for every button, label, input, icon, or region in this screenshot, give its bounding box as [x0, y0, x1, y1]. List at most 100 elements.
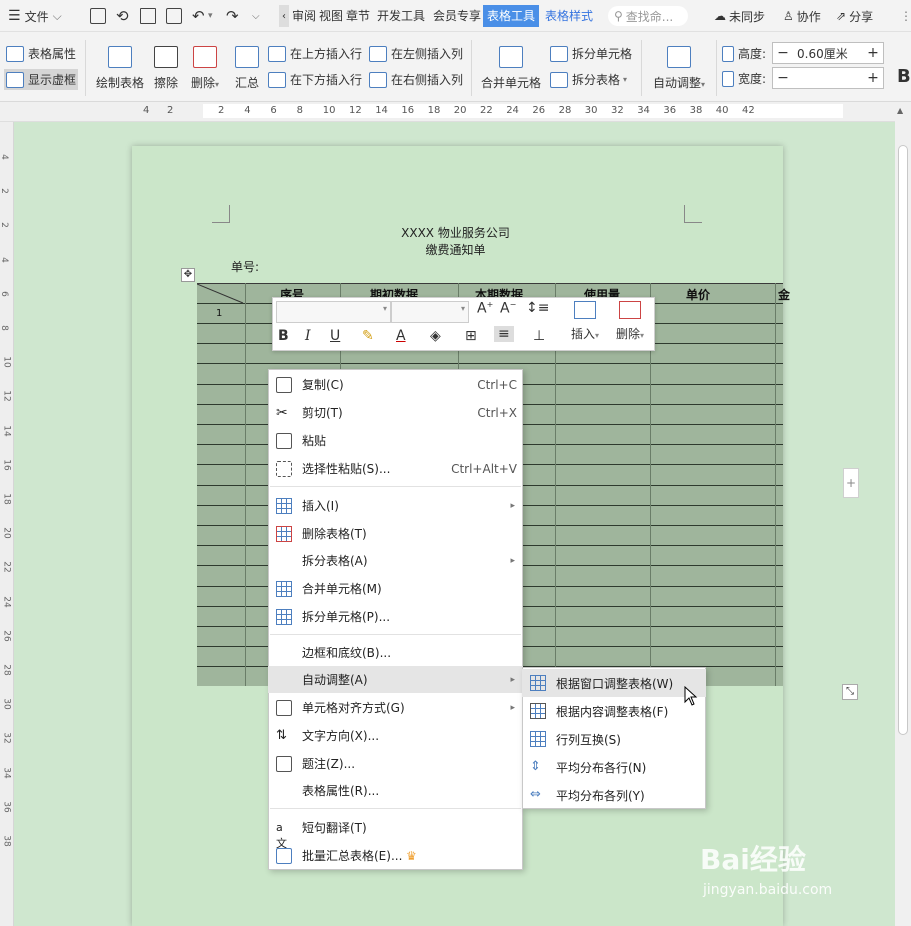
more-options-icon[interactable]: ⋮ [900, 6, 911, 26]
menu-item-cell-alignment[interactable]: 单元格对齐方式(G) ▸ [268, 694, 523, 721]
italic-icon[interactable]: I [305, 328, 311, 344]
menu-item-paste[interactable]: 粘贴 [268, 427, 523, 454]
quick-access-more-icon[interactable]: ⌵ [252, 6, 260, 26]
menu-item-label: 单元格对齐方式(G) [302, 701, 405, 715]
undo-dropdown-icon[interactable]: ▾ [208, 6, 213, 26]
submenu-item-fit-window[interactable]: 根据窗口调整表格(W) [522, 669, 706, 697]
ruler-tick-label: 20 [1, 527, 12, 539]
font-name-select[interactable]: ▾ [276, 301, 391, 323]
menu-item-cut[interactable]: ✂ 剪切(T) Ctrl+X [268, 399, 523, 426]
mini-delete-button[interactable]: 删除▾ [611, 301, 649, 342]
increase-width-button[interactable]: + [863, 70, 883, 86]
ruler-tick-label: 40 [715, 105, 729, 116]
save-icon[interactable] [90, 6, 106, 26]
menu-item-merge-cells[interactable]: 合并单元格(M) [268, 575, 523, 602]
tab-developer[interactable]: 开发工具 [375, 5, 427, 27]
submenu-item-distribute-columns[interactable]: ⇔ 平均分布各列(Y) [522, 781, 706, 809]
menu-item-auto-fit[interactable]: 自动调整(A) ▸ [268, 666, 523, 693]
row-height-value[interactable]: 0.60厘米 [793, 45, 863, 62]
scrollbar-thumb[interactable] [898, 145, 908, 735]
chevron-down-icon: ⌵ [52, 8, 62, 23]
ruler-tick-label: 36 [1, 801, 12, 813]
submenu-item-distribute-rows[interactable]: ⇕ 平均分布各行(N) [522, 753, 706, 781]
undo-icon[interactable]: ↶ [192, 6, 205, 26]
tab-member[interactable]: 会员专享 [431, 5, 483, 27]
tab-table-style[interactable]: 表格样式 [543, 5, 595, 27]
borders-icon[interactable]: ⊞ [465, 328, 477, 344]
menu-item-copy[interactable]: 复制(C) Ctrl+C [268, 371, 523, 398]
menu-item-split-cells[interactable]: 拆分单元格(P)... [268, 603, 523, 630]
align-icon[interactable]: ≡ [494, 326, 514, 342]
draw-table-button[interactable]: 绘制表格 [94, 46, 146, 91]
insert-column-right-button[interactable]: 在右侧插入列 [369, 71, 463, 88]
menu-item-translate[interactable]: a文 短句翻译(T) [268, 814, 523, 850]
split-cells-button[interactable]: 拆分单元格 [550, 45, 632, 62]
underline-icon[interactable]: U [330, 328, 340, 344]
file-menu-button[interactable]: ☰ 文件 ⌵ [8, 6, 62, 26]
submenu-item-fit-content[interactable]: 根据内容调整表格(F) [522, 697, 706, 725]
redo-icon[interactable]: ↷ [226, 6, 239, 26]
split-table-icon [550, 71, 568, 88]
column-width-stepper[interactable]: − + [772, 67, 884, 89]
tab-review[interactable]: 审阅 [290, 5, 318, 27]
table-properties-button[interactable]: 表格属性 [6, 45, 76, 62]
menu-item-paste-special[interactable]: 选择性粘贴(S)... Ctrl+Alt+V [268, 455, 523, 482]
menu-item-split-table[interactable]: 拆分表格(A) ▸ [268, 547, 523, 574]
merge-cells-button[interactable]: 合并单元格 [480, 46, 542, 91]
font-color-icon[interactable]: A [396, 328, 406, 344]
share-button[interactable]: ⇗ 分享 [836, 6, 873, 26]
menu-item-borders-shading[interactable]: 边框和底纹(B)... [268, 639, 523, 666]
table-move-handle-icon[interactable]: ✥ [181, 268, 195, 282]
menu-item-insert[interactable]: 插入(I) ▸ [268, 492, 523, 519]
row-height-stepper[interactable]: − 0.60厘米 + [772, 42, 884, 64]
grow-font-icon[interactable]: A+ [477, 300, 493, 317]
delete-button[interactable]: 删除▾ [188, 46, 222, 91]
tab-chapter[interactable]: 章节 [344, 5, 372, 27]
collaborate-button[interactable]: ♙ 协作 [783, 6, 821, 26]
mini-insert-button[interactable]: 插入▾ [566, 301, 604, 342]
line-spacing-icon[interactable]: ↕≡ [526, 300, 549, 316]
highlight-icon[interactable]: ✎ [362, 328, 374, 344]
increase-height-button[interactable]: + [863, 45, 883, 61]
shading-icon[interactable]: ◈ [430, 328, 441, 344]
format-painter-icon[interactable]: ⟲ [116, 6, 129, 26]
tab-view[interactable]: 视图 [317, 5, 345, 27]
menu-item-caption[interactable]: 题注(Z)... [268, 750, 523, 777]
sync-status-button[interactable]: ☁ 未同步 [714, 6, 765, 26]
menu-item-table-properties[interactable]: 表格属性(R)... [268, 777, 523, 804]
print-icon[interactable] [140, 6, 156, 26]
erase-button[interactable]: 擦除 [152, 46, 180, 91]
menu-item-text-direction[interactable]: ⇅ 文字方向(X)... [268, 722, 523, 749]
menu-item-label: 拆分单元格(P)... [302, 610, 391, 624]
show-gridlines-button[interactable]: 显示虚框 [4, 69, 79, 90]
bold-button-partial[interactable]: B [897, 66, 911, 87]
watermark-url: jingyan.baidu.com [703, 882, 833, 898]
insert-row-below-button[interactable]: 在下方插入行 [268, 71, 362, 88]
search-box[interactable]: ⚲ 查找命... [608, 6, 688, 26]
scroll-up-icon[interactable]: ▲ [897, 106, 903, 115]
submenu-item-transpose[interactable]: 行列互换(S) [522, 725, 706, 753]
insert-column-left-button[interactable]: 在左侧插入列 [369, 45, 463, 62]
decrease-width-button[interactable]: − [773, 70, 793, 86]
print-preview-icon[interactable] [166, 6, 182, 26]
ruler-tick-label: 30 [1, 698, 12, 710]
insert-row-above-button[interactable]: 在上方插入行 [268, 45, 362, 62]
table-resize-handle-icon[interactable]: ⤡ [842, 684, 858, 700]
bold-icon[interactable]: B [278, 328, 289, 344]
mini-insert-label: 插入 [570, 327, 595, 341]
split-cells-icon [276, 608, 292, 625]
menu-item-delete-table[interactable]: 删除表格(T) [268, 520, 523, 547]
auto-fit-button[interactable]: 自动调整▾ [650, 46, 708, 91]
menu-item-batch-summary[interactable]: 批量汇总表格(E)... ♛ [268, 842, 523, 869]
shrink-font-icon[interactable]: A− [500, 300, 516, 317]
tabs-scroll-left-icon[interactable]: ‹ [279, 5, 289, 27]
delete-label: 删除 [190, 76, 215, 90]
summary-button[interactable]: 汇总 [233, 46, 261, 91]
insert-row-below-label: 在下方插入行 [290, 73, 363, 87]
cell-align-icon[interactable]: ⊥ [533, 328, 545, 344]
tab-table-tools[interactable]: 表格工具 [483, 5, 540, 27]
font-size-select[interactable]: ▾ [391, 301, 469, 323]
split-table-button[interactable]: 拆分表格 ▾ [550, 71, 627, 88]
decrease-height-button[interactable]: − [773, 45, 793, 61]
add-column-button[interactable]: + [843, 468, 859, 498]
